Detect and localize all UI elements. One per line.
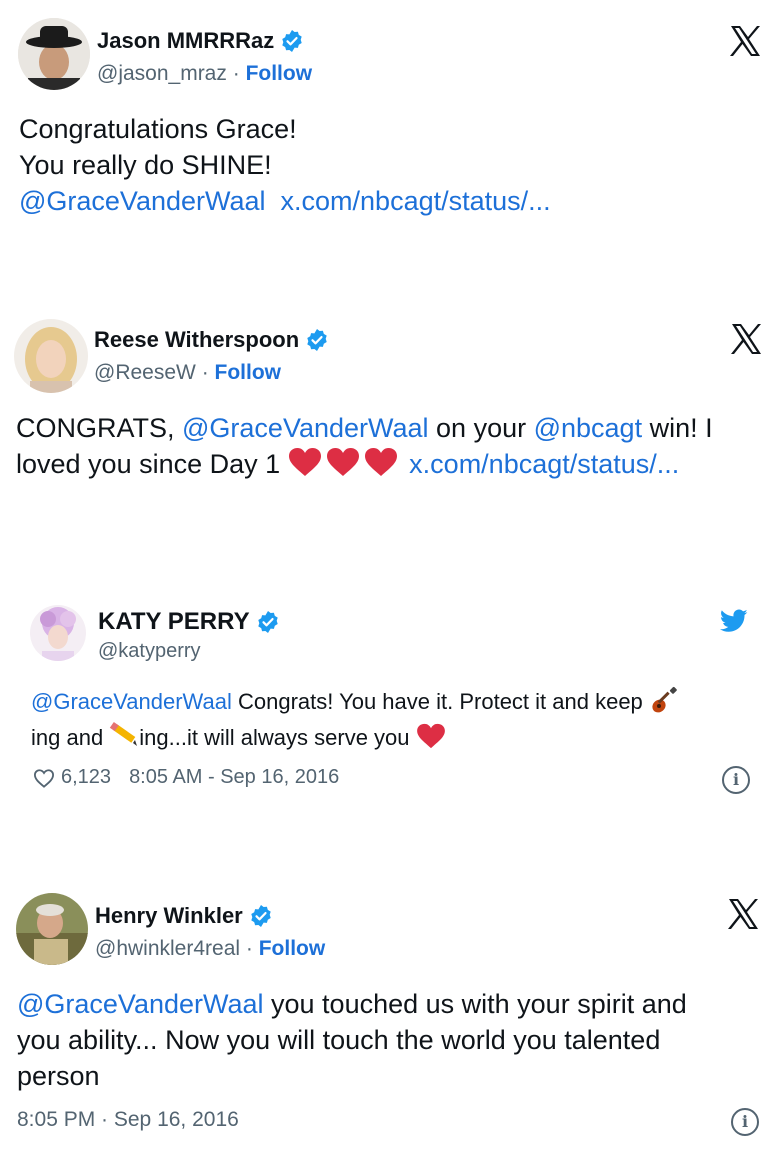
tweet-line: person — [17, 1061, 100, 1091]
guitar-icon — [652, 686, 677, 713]
separator: · — [245, 937, 253, 960]
mention-link[interactable]: @GraceVanderWaal — [31, 689, 232, 714]
handle[interactable]: @jason_mraz — [97, 62, 227, 85]
display-name[interactable]: Jason MMRRRaz — [97, 28, 304, 54]
verified-badge-icon — [257, 611, 278, 633]
handle[interactable]: @hwinkler4real — [95, 937, 240, 960]
follow-button[interactable]: Follow — [259, 937, 326, 960]
tweet-line: You really do SHINE! — [19, 150, 272, 180]
verified-badge-icon — [251, 905, 271, 927]
tweet-line: Congratulations Grace! — [19, 114, 297, 144]
x-logo-icon[interactable] — [726, 897, 760, 931]
separator: · — [201, 361, 209, 384]
like-count: 6,123 — [61, 766, 112, 788]
tweet-line: loved you since Day 1 x.com/nbcagt/statu… — [16, 448, 680, 479]
tweet-line: CONGRATS, @GraceVanderWaal on your @nbca… — [16, 413, 713, 443]
handle-row: @hwinkler4real · Follow — [95, 937, 325, 961]
avatar[interactable] — [16, 893, 88, 965]
tweet-line: @GraceVanderWaal you touched us with you… — [17, 989, 687, 1019]
red-heart-icon — [416, 723, 445, 749]
avatar[interactable] — [18, 18, 90, 90]
verified-badge-icon — [282, 30, 302, 52]
timestamp[interactable]: 8:05 AM - Sep 16, 2016 — [129, 766, 339, 789]
avatar[interactable] — [14, 319, 88, 393]
mention-link-nbcagt[interactable]: @nbcagt — [534, 413, 642, 443]
tweet-line: @GraceVanderWaal x.com/nbcagt/status/... — [19, 183, 739, 219]
separator: · — [232, 62, 240, 85]
handle-row: @ReeseW · Follow — [94, 361, 281, 385]
verified-badge-icon — [307, 329, 327, 351]
mention-link[interactable]: @GraceVanderWaal — [17, 989, 264, 1019]
tweet-line: @GraceVanderWaal Congrats! You have it. … — [31, 685, 751, 719]
tweet-text: CONGRATS, @GraceVanderWaal on your @nbca… — [16, 410, 771, 482]
pencil-icon — [110, 722, 138, 746]
mention-link[interactable]: @GraceVanderWaal — [182, 413, 429, 443]
tweet-text: @GraceVanderWaal Congrats! You have it. … — [31, 685, 751, 755]
handle[interactable]: @katyperry — [98, 640, 201, 663]
display-name[interactable]: KATY PERRY — [98, 608, 280, 636]
x-logo-icon[interactable] — [729, 322, 763, 356]
display-name[interactable]: Reese Witherspoon — [94, 327, 329, 353]
follow-button[interactable]: Follow — [246, 62, 313, 85]
red-heart-icon — [364, 448, 397, 476]
red-heart-icon — [288, 448, 321, 476]
url-link[interactable]: x.com/nbcagt/status/... — [409, 449, 679, 479]
tweet-line: ing and ing...it will always serve you — [31, 719, 751, 755]
tweet-text: @GraceVanderWaal you touched us with you… — [17, 986, 767, 1094]
info-icon[interactable]: i — [722, 766, 750, 794]
url-link[interactable]: x.com/nbcagt/status/... — [281, 186, 551, 216]
tweet-meta: 6,123 8:05 AM - Sep 16, 2016 — [33, 766, 339, 789]
avatar[interactable] — [30, 605, 86, 661]
handle[interactable]: @ReeseW — [94, 361, 196, 384]
info-icon[interactable]: i — [731, 1108, 759, 1136]
twitter-bird-icon[interactable] — [720, 609, 748, 633]
tweet-line: you ability... Now you will touch the wo… — [17, 1025, 661, 1055]
red-heart-icon — [326, 448, 359, 476]
mention-link[interactable]: @GraceVanderWaal — [19, 186, 266, 216]
x-logo-icon[interactable] — [728, 24, 762, 58]
handle-row: @jason_mraz · Follow — [97, 62, 312, 86]
display-name[interactable]: Henry Winkler — [95, 903, 273, 929]
tweet-text: Congratulations Grace! You really do SHI… — [19, 111, 739, 219]
heart-outline-icon[interactable] — [33, 768, 55, 788]
follow-button[interactable]: Follow — [215, 361, 282, 384]
timestamp[interactable]: 8:05 PM · Sep 16, 2016 — [17, 1108, 239, 1132]
